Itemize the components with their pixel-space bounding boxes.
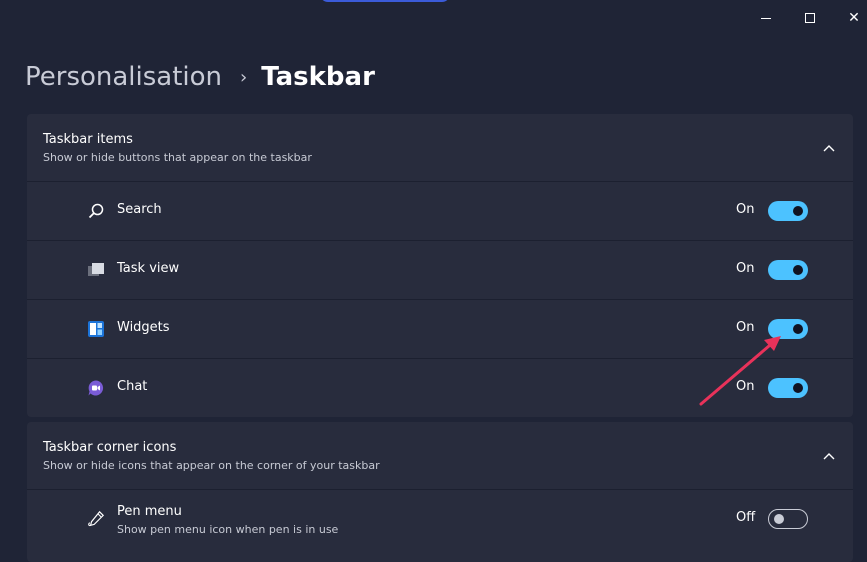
minimize-button[interactable]: [746, 0, 786, 36]
toggle-state-label: Off: [736, 510, 756, 525]
close-icon: ✕: [848, 10, 860, 26]
chevron-up-icon[interactable]: [819, 138, 839, 158]
setting-label: Task view: [117, 261, 180, 276]
chat-icon: [87, 379, 105, 397]
section-subtitle: Show or hide icons that appear on the co…: [43, 459, 380, 472]
page-title: Taskbar: [261, 62, 375, 92]
setting-label: Search: [117, 202, 162, 217]
breadcrumb: Personalisation › Taskbar: [25, 57, 375, 97]
toggle-knob: [793, 265, 803, 275]
window-accent: [320, 0, 450, 2]
taskbar-corner-icons-header[interactable]: Taskbar corner icons Show or hide icons …: [27, 422, 853, 490]
close-button[interactable]: ✕: [834, 0, 867, 36]
pen-menu-toggle[interactable]: [768, 509, 808, 529]
breadcrumb-separator-icon: ›: [240, 66, 248, 88]
search-icon: [87, 202, 105, 220]
toggle-state-label: On: [736, 202, 755, 217]
setting-row-pen-menu: Pen menu Show pen menu icon when pen is …: [27, 490, 853, 548]
breadcrumb-parent[interactable]: Personalisation: [25, 62, 222, 92]
taskbar-corner-icons-section: Taskbar corner icons Show or hide icons …: [27, 422, 853, 562]
maximize-button[interactable]: [790, 0, 830, 36]
setting-label: Widgets: [117, 320, 170, 335]
setting-label: Pen menu: [117, 504, 182, 519]
widgets-icon: [87, 320, 105, 338]
setting-description: Show pen menu icon when pen is in use: [117, 523, 339, 536]
setting-row-search: Search On: [27, 182, 853, 241]
taskbar-items-header[interactable]: Taskbar items Show or hide buttons that …: [27, 114, 853, 182]
chevron-up-icon[interactable]: [819, 446, 839, 466]
task-view-toggle[interactable]: [768, 260, 808, 280]
setting-label: Chat: [117, 379, 148, 394]
toggle-knob: [793, 324, 803, 334]
task-view-icon: [87, 261, 105, 279]
toggle-knob: [793, 383, 803, 393]
minimize-icon: [761, 17, 771, 19]
section-title: Taskbar items: [43, 132, 133, 147]
toggle-state-label: On: [736, 261, 755, 276]
pen-icon: [87, 510, 105, 528]
annotation-arrow-icon: [699, 336, 781, 406]
setting-row-task-view: Task view On: [27, 241, 853, 300]
maximize-icon: [805, 13, 815, 23]
toggle-knob: [793, 206, 803, 216]
toggle-knob: [774, 514, 784, 524]
section-subtitle: Show or hide buttons that appear on the …: [43, 151, 312, 164]
section-title: Taskbar corner icons: [43, 440, 177, 455]
search-toggle[interactable]: [768, 201, 808, 221]
